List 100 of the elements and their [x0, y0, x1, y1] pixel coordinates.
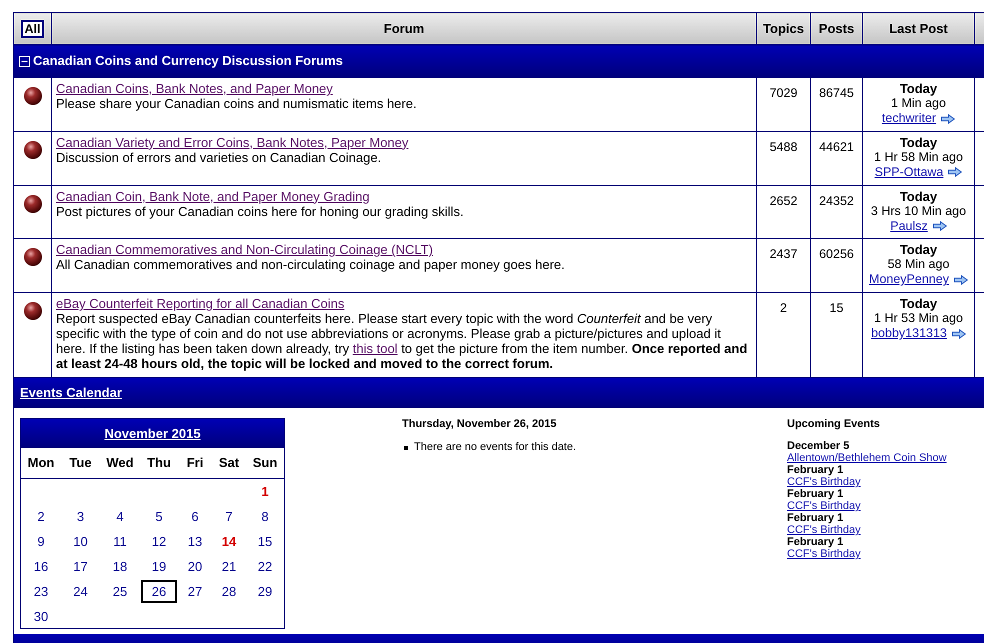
- event-link[interactable]: CCF's Birthday: [787, 524, 861, 536]
- last-post-time: 58 Min ago: [888, 257, 950, 272]
- username-link[interactable]: techwriter: [882, 111, 936, 126]
- arrow-right-icon[interactable]: [932, 221, 947, 231]
- calendar-day[interactable]: 26: [141, 580, 177, 603]
- weekday-label: Sun: [252, 454, 278, 472]
- all-button[interactable]: All: [20, 20, 44, 38]
- event-link[interactable]: CCF's Birthday: [787, 548, 861, 560]
- topic-count: 5488: [770, 140, 798, 154]
- last-post-day: Today: [900, 296, 938, 311]
- calendar-day[interactable]: 29: [247, 580, 283, 603]
- arrow-right-icon[interactable]: [952, 328, 966, 338]
- event-date: February 1: [787, 512, 844, 524]
- calendar-day[interactable]: 20: [178, 555, 212, 578]
- forum-title-link[interactable]: Canadian Coin, Bank Note, and Paper Money Grading: [56, 188, 370, 204]
- event-link[interactable]: CCF's Birthday: [787, 476, 861, 488]
- forum-description: Please share your Canadian coins and numismatic items here.: [56, 96, 418, 111]
- forum-description: Report suspected eBay Canadian counterfeits here. Please start every topic with the word Counterfeit and be very specific with the type of coin and do not use abbreviations or acronyms. Please grab a picture/pictures and upload it here. If the listing has been taken down already, try this tool to get the picture from the item number. Once reported and at least 24-48 hours old, the topic will be locked and moved to the correct forum.: [56, 311, 748, 371]
- calendar-day[interactable]: 8: [247, 505, 283, 528]
- calendar-day[interactable]: 15: [247, 530, 283, 553]
- calendar-day[interactable]: 14: [212, 530, 246, 553]
- column-header: Posts: [810, 12, 862, 44]
- forum-description: Discussion of errors and varieties on Canadian Coinage.: [56, 150, 382, 165]
- forum-status-ball-icon: [24, 248, 42, 266]
- calendar-day[interactable]: 21: [212, 555, 246, 578]
- calendar-day[interactable]: 13: [178, 530, 212, 553]
- arrow-right-icon[interactable]: [941, 114, 956, 124]
- last-post-day: Today: [900, 81, 938, 96]
- inline-link[interactable]: this tool: [352, 341, 398, 356]
- username-link[interactable]: MoneyPenney: [869, 272, 949, 288]
- event-date: February 1: [787, 536, 844, 548]
- calendar-day[interactable]: 7: [212, 505, 246, 528]
- event-link[interactable]: CCF's Birthday: [787, 500, 861, 512]
- calendar-day[interactable]: 19: [141, 555, 177, 578]
- weekday-label: Thu: [147, 454, 171, 472]
- username-link[interactable]: SPP-Ottawa: [874, 164, 944, 180]
- collapse-icon[interactable]: [19, 56, 30, 66]
- calendar-day[interactable]: 10: [62, 530, 98, 553]
- last-post-time: 1 Hr 53 Min ago: [874, 311, 963, 326]
- event-date: February 1: [787, 464, 844, 476]
- weekday-label: Tue: [69, 454, 92, 472]
- no-events-message: There are no events for this date.: [414, 441, 576, 454]
- last-post-time: 1 Min ago: [891, 96, 946, 111]
- calendar-day[interactable]: 4: [102, 505, 138, 528]
- last-post-day: Today: [900, 242, 938, 258]
- calendar-day[interactable]: 25: [102, 580, 138, 603]
- weekday-label: Fri: [186, 454, 204, 472]
- last-post-day: Today: [900, 188, 938, 204]
- forum-title-link[interactable]: Canadian Coins, Bank Notes, and Paper Money: [56, 81, 333, 96]
- calendar-day[interactable]: 1: [247, 480, 283, 503]
- column-header: Forum: [52, 12, 756, 44]
- last-post-time: 3 Hrs 10 Min ago: [870, 204, 966, 218]
- calendar-day[interactable]: 3: [62, 505, 98, 528]
- event-date: December 5: [787, 440, 850, 452]
- calendar-day[interactable]: 27: [178, 580, 212, 603]
- events-calendar-link[interactable]: Events Calendar: [20, 383, 122, 403]
- calendar-day[interactable]: 6: [178, 505, 212, 528]
- post-count: 86745: [819, 86, 854, 100]
- calendar-day[interactable]: 2: [23, 505, 59, 528]
- forum-status-ball-icon: [24, 140, 42, 159]
- calendar-day[interactable]: 22: [247, 555, 283, 578]
- bullet-icon: [404, 446, 408, 450]
- event-link[interactable]: Allentown/Bethlehem Coin Show: [787, 452, 947, 464]
- weekday-label: Mon: [28, 454, 54, 472]
- topic-count: 7029: [770, 86, 798, 100]
- forum-status-ball-icon: [24, 87, 42, 105]
- arrow-right-icon[interactable]: [948, 167, 962, 178]
- column-header: Last Post: [862, 12, 974, 44]
- post-count: 44621: [819, 140, 854, 154]
- forum-status-ball-icon: [24, 194, 42, 212]
- forum-title-link[interactable]: Canadian Commemoratives and Non-Circulating Coinage (NCLT): [56, 242, 433, 258]
- upcoming-events-heading: Upcoming Events: [787, 418, 881, 431]
- category-title: Canadian Coins and Currency Discussion Forums: [33, 52, 343, 70]
- weekday-label: Sat: [218, 454, 240, 472]
- column-header: Topics: [756, 12, 810, 44]
- username-link[interactable]: Paulsz: [890, 218, 928, 234]
- calendar-day[interactable]: 30: [23, 605, 59, 628]
- calendar-day[interactable]: 23: [23, 580, 59, 603]
- forum-status-ball-icon: [24, 302, 42, 320]
- calendar-day[interactable]: 28: [212, 580, 246, 603]
- topic-count: 2: [780, 301, 787, 315]
- last-post-day: Today: [900, 134, 938, 150]
- weekday-label: Wed: [106, 454, 134, 472]
- calendar-day[interactable]: 5: [141, 505, 177, 528]
- arrow-right-icon[interactable]: [954, 274, 968, 285]
- post-count: 24352: [819, 194, 854, 208]
- username-link[interactable]: bobby131313: [871, 326, 947, 341]
- topic-count: 2652: [770, 194, 798, 208]
- calendar-day[interactable]: 18: [102, 555, 138, 578]
- calendar-day[interactable]: 16: [23, 555, 59, 578]
- calendar-day[interactable]: 17: [62, 555, 98, 578]
- calendar-day[interactable]: 9: [23, 530, 59, 553]
- calendar-day[interactable]: 11: [102, 530, 138, 553]
- last-post-time: 1 Hr 58 Min ago: [874, 150, 963, 165]
- event-date: February 1: [787, 488, 844, 500]
- forum-title-link[interactable]: Canadian Variety and Error Coins, Bank Notes, Paper Money: [56, 134, 408, 150]
- calendar-day[interactable]: 12: [141, 530, 177, 553]
- forum-description: All Canadian commemoratives and non-circulating coinage and paper money goes here.: [56, 257, 566, 272]
- forum-title-link[interactable]: eBay Counterfeit Reporting for all Canadian Coins: [56, 296, 344, 311]
- calendar-day[interactable]: 24: [62, 580, 98, 603]
